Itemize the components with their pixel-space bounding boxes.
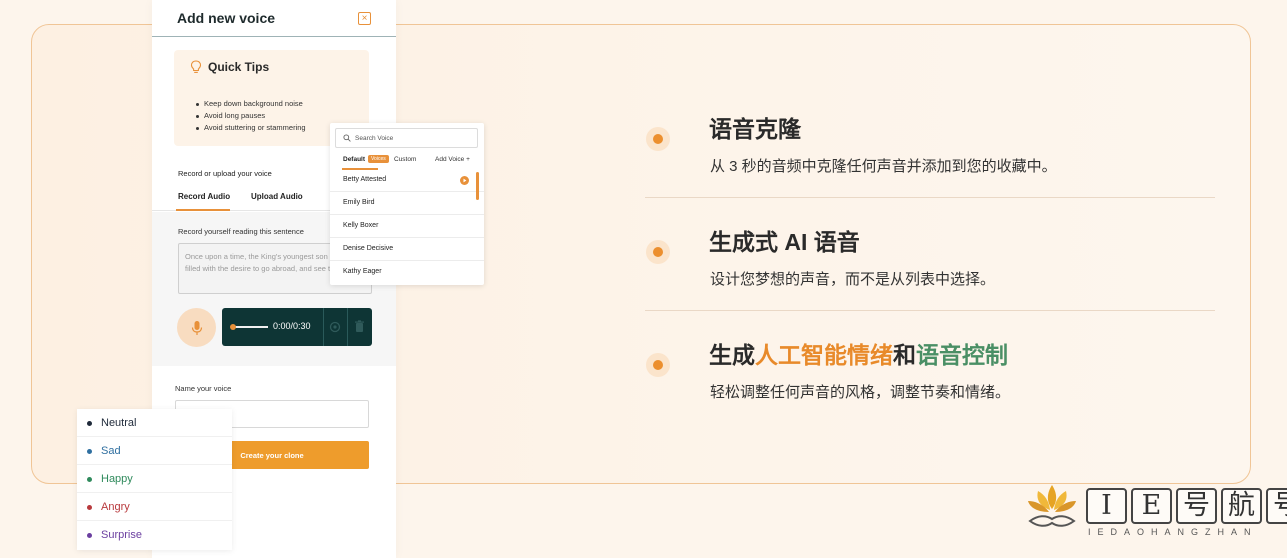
feature-description: 设计您梦想的声音，而不是从列表中选择。 — [710, 271, 996, 288]
lotus-handshake-icon — [1028, 485, 1076, 527]
progress-track[interactable] — [234, 326, 268, 328]
voices-badge: Voices — [368, 155, 389, 163]
feature-description: 轻松调整任何声音的风格，调整节奏和情绪。 — [710, 384, 1011, 401]
tab-record-audio[interactable]: Record Audio — [178, 192, 230, 201]
emotion-item-happy[interactable]: Happy — [77, 465, 232, 493]
divider — [645, 310, 1215, 311]
record-sentence-label: Record yourself reading this sentence — [178, 227, 304, 236]
tips-list: Keep down background noise Avoid long pa… — [196, 98, 306, 134]
emotion-label: Surprise — [101, 529, 142, 541]
emotion-item-sad[interactable]: Sad — [77, 437, 232, 465]
emotion-label: Neutral — [101, 417, 137, 429]
voice-item[interactable]: Denise Decisive — [330, 238, 484, 261]
audio-player: 0:00/0:30 — [222, 308, 372, 346]
name-voice-label: Name your voice — [175, 384, 232, 393]
tab-upload-audio[interactable]: Upload Audio — [251, 192, 303, 201]
record-button[interactable] — [177, 308, 216, 347]
watermark-text: I E 号 航 号 — [1086, 488, 1287, 524]
emotion-dot — [87, 533, 92, 538]
emotion-item-surprise[interactable]: Surprise — [77, 521, 232, 549]
feature-bullet-icon — [646, 127, 670, 151]
feature-title: 语音克隆 — [709, 116, 801, 142]
voice-item[interactable]: Kelly Boxer — [330, 215, 484, 238]
voice-item[interactable]: Emily Bird — [330, 192, 484, 215]
feature-title: 生成式 AI 语音 — [709, 229, 860, 255]
voice-list: Betty Attested Emily Bird Kelly Boxer De… — [330, 169, 484, 284]
feature-title: 生成人工智能情绪和语音控制 — [709, 336, 1008, 370]
voice-item[interactable]: Kathy Eager — [330, 261, 484, 284]
play-icon[interactable] — [460, 176, 469, 185]
preview-icon[interactable] — [329, 321, 341, 333]
trash-icon[interactable] — [354, 320, 365, 333]
emotion-dot — [87, 449, 92, 454]
voice-name: Emily Bird — [343, 199, 375, 206]
emotion-label: Angry — [101, 501, 130, 513]
voice-name: Denise Decisive — [343, 245, 394, 252]
filter-custom[interactable]: Custom — [394, 156, 416, 163]
record-upload-label: Record or upload your voice — [178, 169, 272, 178]
emotion-item-neutral[interactable]: Neutral — [77, 409, 232, 437]
progress-handle[interactable] — [230, 324, 236, 330]
voice-dropdown: Search Voice Default Voices Custom Add V… — [330, 123, 484, 285]
emotion-dot — [87, 505, 92, 510]
emotion-list: Neutral Sad Happy Angry Surprise — [77, 409, 232, 550]
emotion-dot — [87, 421, 92, 426]
voice-name: Kathy Eager — [343, 268, 382, 275]
voice-name: Betty Attested — [343, 176, 387, 183]
tip-item: Avoid stuttering or stammering — [196, 122, 306, 134]
emotion-dot — [87, 477, 92, 482]
add-voice-link[interactable]: Add Voice + — [435, 156, 470, 163]
emotion-label: Happy — [101, 473, 133, 485]
active-tab-indicator — [176, 209, 230, 211]
scrollbar[interactable] — [476, 172, 479, 200]
voice-name: Kelly Boxer — [343, 222, 379, 229]
divider — [645, 197, 1215, 198]
title-part: 和 — [893, 342, 916, 368]
player-time: 0:00/0:30 — [273, 321, 311, 331]
modal-header: Add new voice × — [152, 0, 396, 37]
lightbulb-icon — [190, 60, 202, 73]
filter-default[interactable]: Default — [343, 156, 365, 163]
voice-filter-tabs: Default Voices Custom Add Voice + — [343, 155, 477, 168]
watermark-subtext: IEDAOHANGZHAN — [1088, 527, 1258, 537]
emotion-label: Sad — [101, 445, 121, 457]
tips-title: Quick Tips — [208, 60, 270, 74]
title-highlight-emotion: 人工智能情绪 — [755, 342, 893, 368]
emotion-item-angry[interactable]: Angry — [77, 493, 232, 521]
watermark-logo: I E 号 航 号 IEDAOHANGZHAN — [1022, 481, 1287, 543]
feature-description: 从 3 秒的音频中克隆任何声音并添加到您的收藏中。 — [710, 158, 1057, 175]
tip-item: Keep down background noise — [196, 98, 306, 110]
search-voice-input[interactable]: Search Voice — [335, 128, 478, 148]
search-placeholder: Search Voice — [355, 134, 394, 142]
microphone-icon — [191, 320, 202, 335]
tip-item: Avoid long pauses — [196, 110, 306, 122]
voice-item[interactable]: Betty Attested — [330, 169, 484, 192]
feature-bullet-icon — [646, 240, 670, 264]
search-icon — [343, 134, 351, 142]
title-part: 生成 — [709, 342, 755, 368]
title-highlight-control: 语音控制 — [916, 342, 1008, 368]
feature-bullet-icon — [646, 353, 670, 377]
modal-title: Add new voice — [177, 10, 276, 26]
close-icon[interactable]: × — [358, 11, 371, 25]
